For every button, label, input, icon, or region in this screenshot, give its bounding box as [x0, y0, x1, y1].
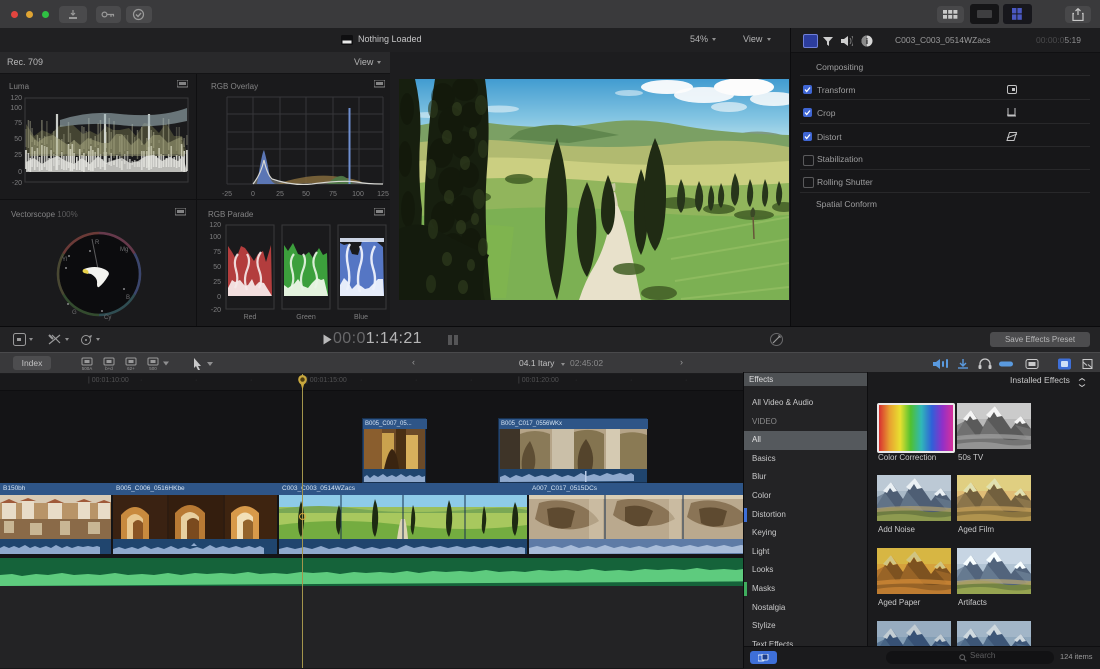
svg-text:-25: -25 [222, 191, 232, 198]
svg-text:50: 50 [213, 264, 221, 271]
svg-text:R: R [95, 240, 100, 246]
svg-text:120: 120 [10, 95, 22, 102]
svg-text:G: G [72, 310, 77, 316]
svg-text:i: i [866, 37, 868, 46]
svg-text:100: 100 [10, 105, 22, 112]
svg-text:100: 100 [209, 234, 221, 241]
svg-text:120: 120 [209, 222, 221, 229]
svg-text:0: 0 [217, 294, 221, 301]
svg-text:125: 125 [377, 191, 389, 198]
svg-text:75: 75 [329, 191, 337, 198]
svg-text:0: 0 [18, 169, 22, 176]
svg-text:Mg: Mg [120, 247, 128, 253]
svg-text:-20: -20 [12, 180, 22, 187]
svg-text:50: 50 [14, 136, 22, 143]
svg-text:62+: 62+ [127, 366, 135, 371]
svg-text:Green: Green [296, 314, 316, 321]
svg-text:25: 25 [213, 279, 221, 286]
svg-text:-20: -20 [211, 307, 221, 314]
svg-text:75: 75 [213, 249, 221, 256]
svg-text:500A: 500A [82, 366, 93, 371]
svg-text:25: 25 [14, 152, 22, 159]
svg-text:B: B [126, 295, 130, 301]
svg-text:Yl: Yl [62, 257, 67, 263]
svg-text:25: 25 [276, 191, 284, 198]
svg-text:75: 75 [14, 120, 22, 127]
svg-text:Blue: Blue [354, 314, 368, 321]
svg-text:0: 0 [251, 191, 255, 198]
svg-text:50: 50 [302, 191, 310, 198]
svg-text:100: 100 [352, 191, 364, 198]
svg-text:Cy: Cy [104, 315, 111, 321]
svg-text:500: 500 [149, 366, 157, 371]
svg-text:b+d: b+d [105, 366, 113, 371]
svg-text:Red: Red [244, 314, 257, 321]
